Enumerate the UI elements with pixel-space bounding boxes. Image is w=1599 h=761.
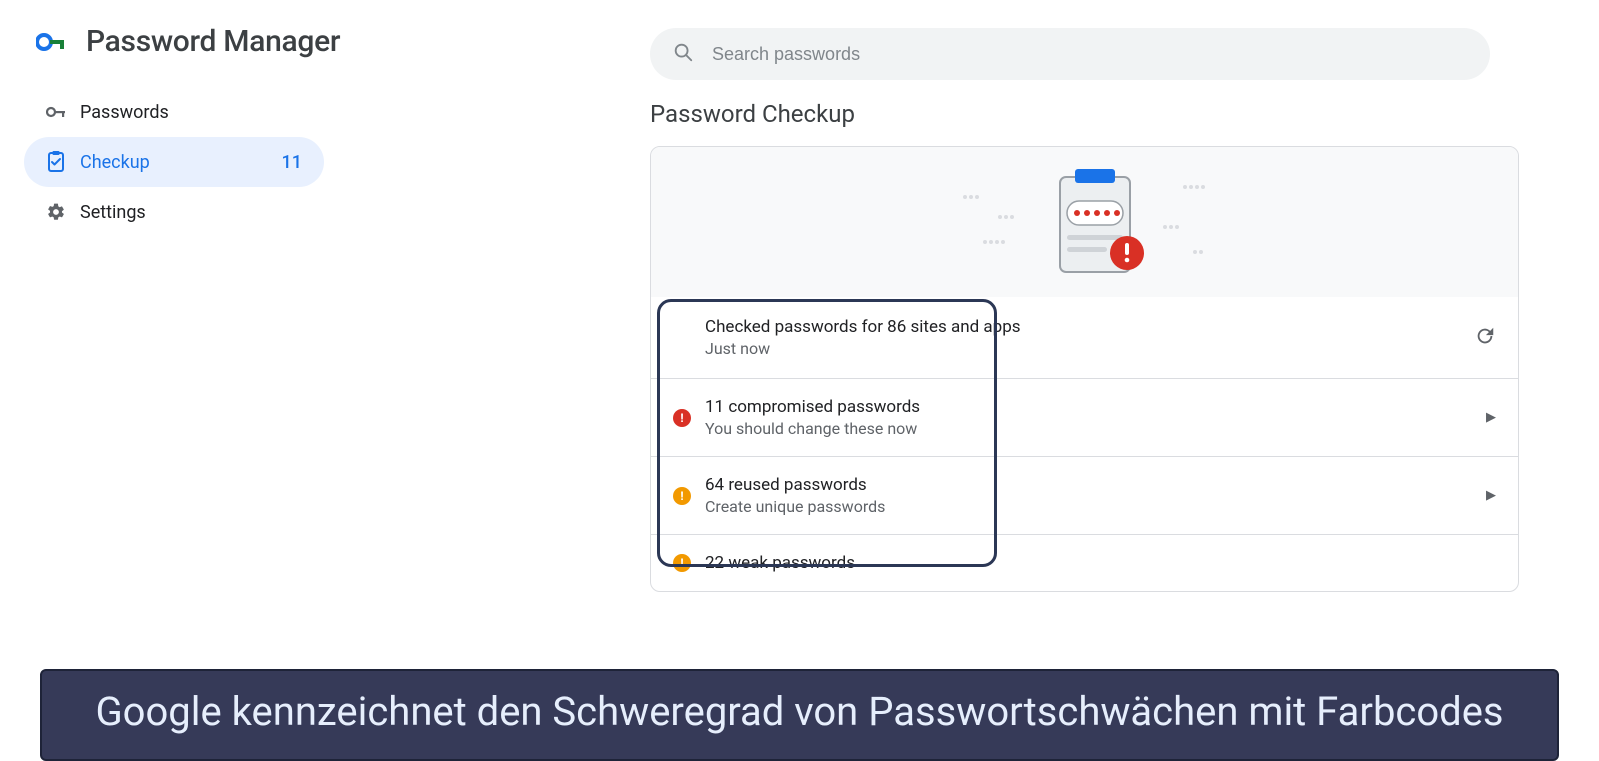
search-bar[interactable] [650,28,1490,80]
sidebar-item-passwords[interactable]: Passwords [24,87,324,137]
row-title: 11 compromised passwords [705,397,1486,417]
key-icon [46,104,80,120]
chevron-right-icon: ▶ [1486,410,1496,425]
alert-icon: ! [673,554,691,572]
alert-icon: ! [673,409,691,427]
page-title: Password Checkup [650,100,1519,128]
summary-subtitle: Just now [705,339,1496,358]
reused-row[interactable]: ! 64 reused passwords Create unique pass… [651,456,1518,534]
sidebar-item-label: Settings [80,202,302,223]
clipboard-icon [46,151,80,173]
main-content: Password Checkup [650,100,1519,592]
alert-icon: ! [673,487,691,505]
checkup-card: Checked passwords for 86 sites and apps … [650,146,1519,592]
summary-title: Checked passwords for 86 sites and apps [705,317,1496,337]
caption-banner: Google kennzeichnet den Schweregrad von … [40,669,1559,761]
compromised-row[interactable]: ! 11 compromised passwords You should ch… [651,378,1518,456]
search-icon [672,41,694,67]
row-title: 22 weak passwords [705,553,1496,573]
checkup-list: Checked passwords for 86 sites and apps … [651,297,1518,591]
row-subtitle: You should change these now [705,419,1486,438]
app-logo-icon [36,31,68,53]
hero-illustration [651,147,1518,297]
sidebar-badge: 11 [282,152,302,173]
sidebar-item-label: Checkup [80,152,282,173]
app-title: Password Manager [86,24,340,59]
sidebar-item-settings[interactable]: Settings [24,187,324,237]
row-subtitle: Create unique passwords [705,497,1486,516]
weak-row[interactable]: ! 22 weak passwords [651,534,1518,591]
refresh-icon[interactable] [1474,325,1496,351]
gear-icon [46,202,80,222]
search-input[interactable] [710,43,1468,66]
row-title: 64 reused passwords [705,475,1486,495]
chevron-right-icon: ▶ [1486,488,1496,503]
sidebar: Passwords Checkup 11 Settings [24,67,324,237]
sidebar-item-checkup[interactable]: Checkup 11 [24,137,324,187]
sidebar-item-label: Passwords [80,102,302,123]
summary-row: Checked passwords for 86 sites and apps … [651,297,1518,378]
top-row [650,28,1519,80]
